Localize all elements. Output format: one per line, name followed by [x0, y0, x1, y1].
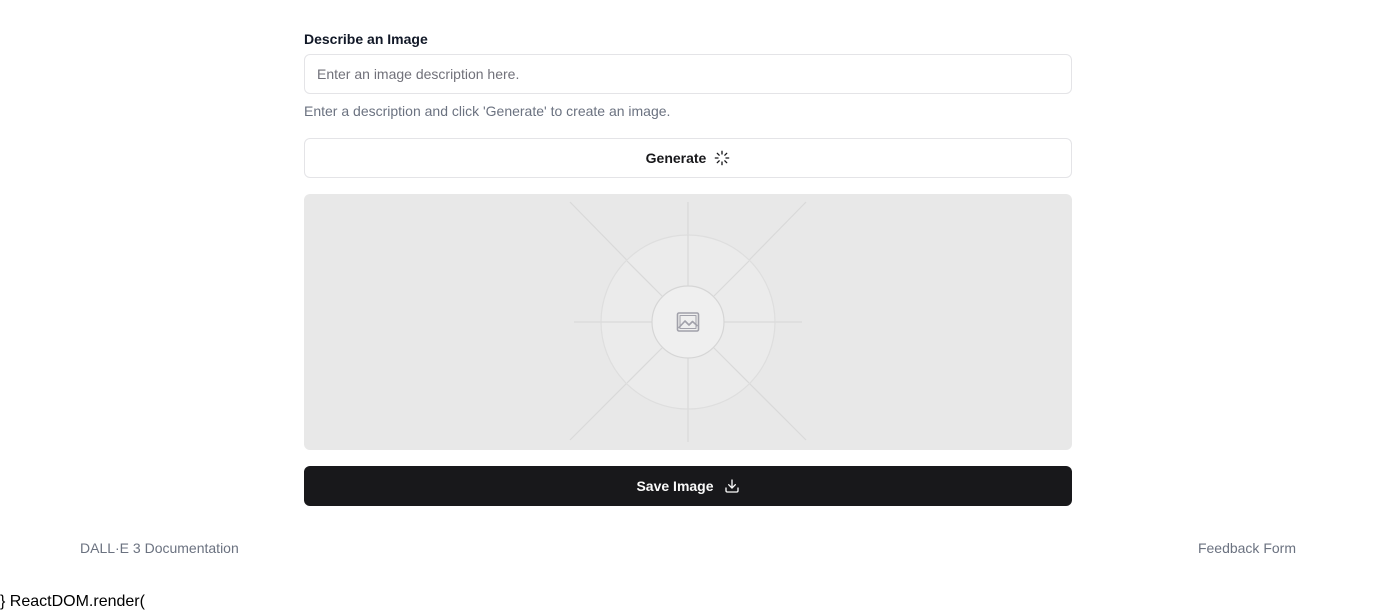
- description-input-wrapper: [304, 54, 1072, 94]
- feedback-form-link[interactable]: Feedback Form: [1198, 539, 1296, 557]
- describe-image-label: Describe an Image: [304, 31, 428, 47]
- generate-button[interactable]: Generate: [304, 138, 1072, 178]
- image-icon: [676, 310, 700, 334]
- description-input[interactable]: [305, 55, 1071, 93]
- loader-icon: [714, 150, 730, 166]
- generate-button-label: Generate: [645, 150, 707, 166]
- image-preview-area: [304, 194, 1072, 450]
- download-icon: [724, 478, 740, 494]
- save-image-label: Save Image: [636, 478, 714, 494]
- documentation-link[interactable]: DALL·E 3 Documentation: [80, 539, 239, 557]
- helper-text: Enter a description and click 'Generate'…: [304, 103, 671, 119]
- save-image-button[interactable]: Save Image: [304, 466, 1072, 506]
- stray-code-text: } ReactDOM.render(: [0, 593, 145, 610]
